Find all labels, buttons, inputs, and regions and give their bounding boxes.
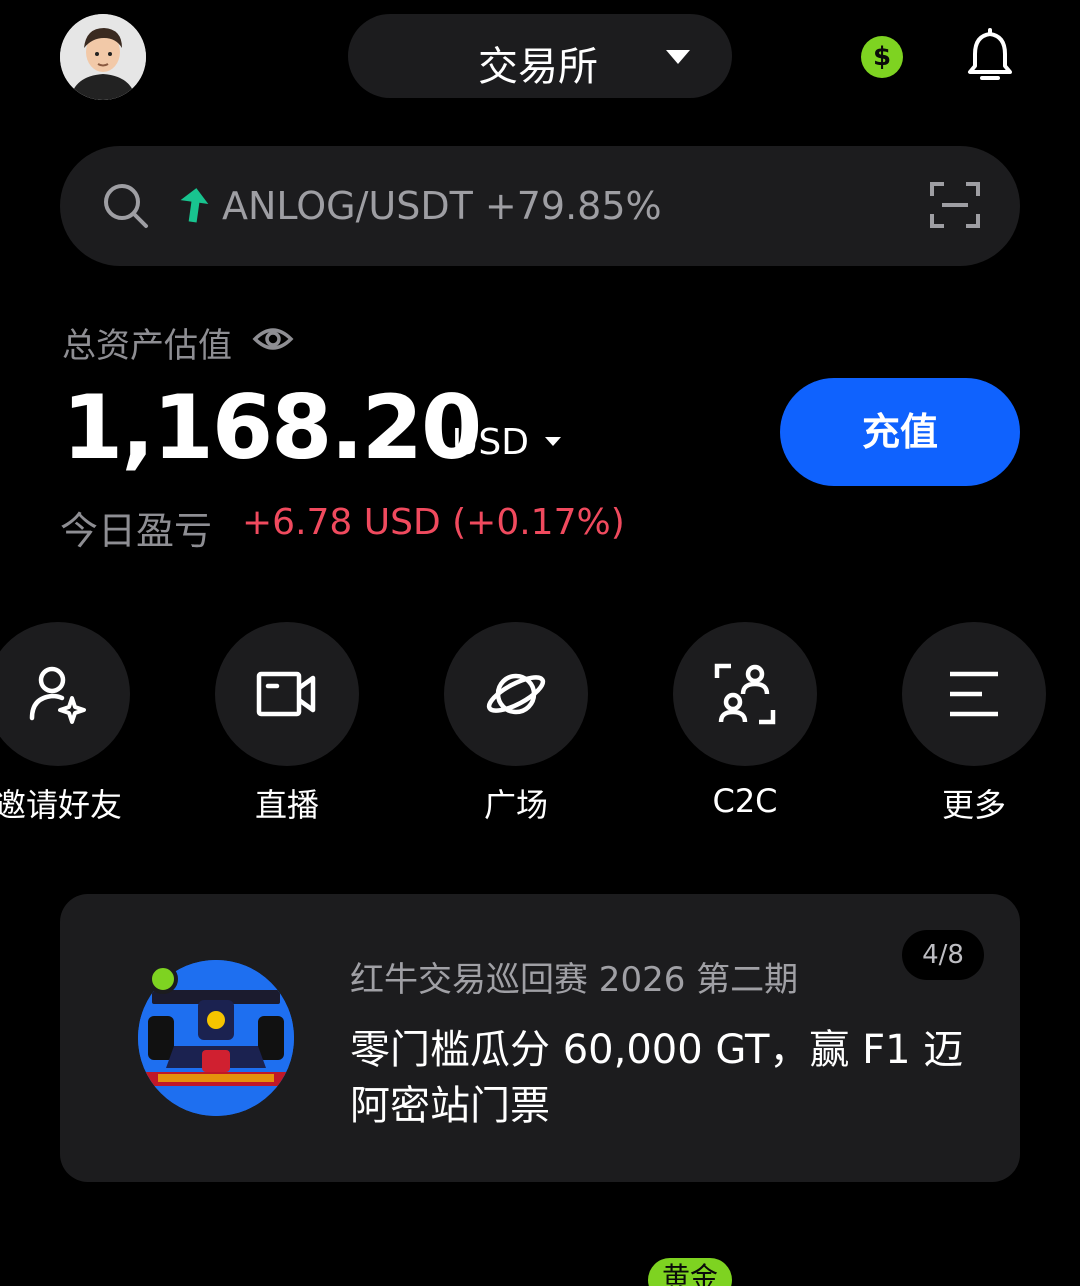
exchange-switcher-label: 交易所 [478,44,598,90]
trending-ticker: ANLOG/USDT +79.85% [222,184,662,228]
planet-icon [486,673,546,715]
eye-icon[interactable] [252,321,294,357]
dollar-badge-icon[interactable]: $ [861,36,903,78]
today-pnl-label: 今日盈亏 [60,509,213,553]
quick-action-label: 更多 [941,786,1006,824]
banner-subtitle: 红牛交易巡回赛 2026 第二期 [350,960,799,1000]
search-icon [104,184,148,228]
today-pnl-value: +6.78 USD (+0.17%) [242,502,625,543]
scan-icon[interactable] [928,180,982,230]
menu-icon [950,671,998,717]
quick-action-live[interactable] [215,622,359,766]
total-assets-label: 总资产估值 [62,326,232,366]
c2c-icon [714,663,776,725]
quick-action-label: C2C [712,782,778,820]
invite-friend-icon [29,666,86,724]
quick-action-square[interactable] [444,622,588,766]
exchange-home-screen: 交易所 $ ANLOG/USDT +79.85% 总资产估值 1,168.20 … [0,0,1080,1286]
quick-action-invite[interactable] [0,622,130,766]
quick-action-c2c[interactable] [673,622,817,766]
deposit-button[interactable]: 充值 [780,378,1020,486]
quick-action-label: 广场 [483,786,548,824]
live-video-icon [256,671,316,717]
total-assets-value: 1,168.20 [62,376,482,479]
chevron-down-icon [666,50,690,64]
banner-title: 零门槛瓜分 60,000 GT，赢 F1 迈阿密站门票 [350,1027,964,1129]
avatar-icon [60,14,146,100]
banner-page-indicator: 4/8 [902,930,984,980]
quick-action-label: 直播 [254,786,319,824]
avatar[interactable] [60,14,146,100]
bell-icon[interactable] [964,28,1016,84]
quick-action-more[interactable] [902,622,1046,766]
banner-status-dot [148,964,178,994]
currency-selector[interactable]: USD [452,422,529,463]
gold-tag[interactable]: 黄金 [648,1258,732,1286]
trend-up-icon [180,188,209,223]
currency-caret-icon[interactable] [545,437,561,446]
quick-action-label: 邀请好友 [0,786,122,824]
